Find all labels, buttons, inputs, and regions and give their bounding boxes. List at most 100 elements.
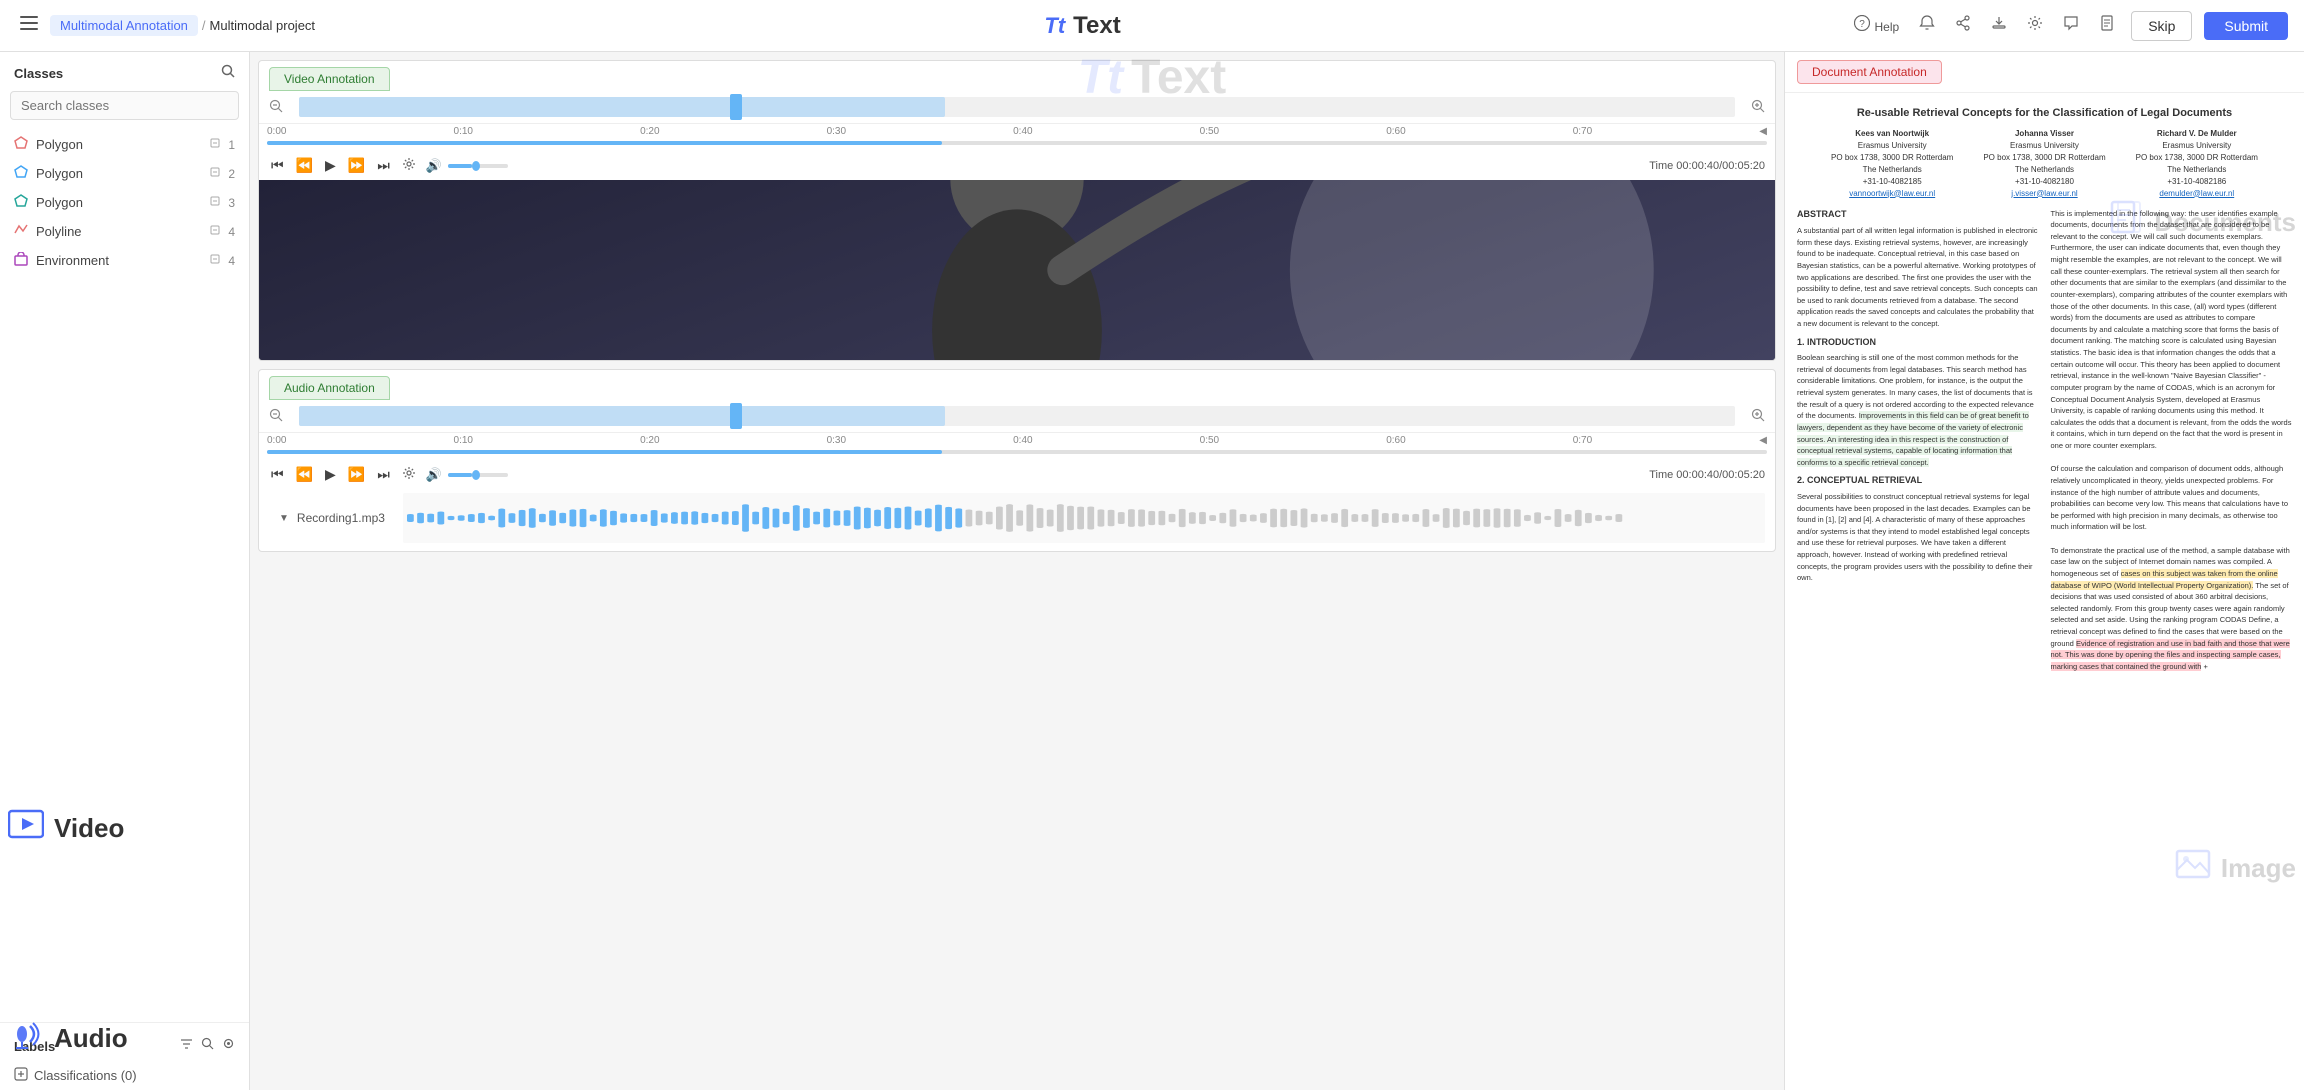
audio-timeline: 0:00 0:10 0:20 0:30 0:40 0:50 0:60 0:70 … xyxy=(259,433,1775,460)
video-annotation-tab[interactable]: Video Annotation xyxy=(269,67,390,91)
volume-slider[interactable] xyxy=(448,164,508,168)
audio-timeline-handle[interactable] xyxy=(730,403,742,429)
add-icon[interactable] xyxy=(14,1067,28,1084)
class-count-4: 4 xyxy=(228,225,235,239)
add-classification-row[interactable]: Classifications (0) xyxy=(0,1061,249,1090)
skip-forward-button[interactable]: ⏭ xyxy=(375,155,392,176)
skip-back-button[interactable]: ⏮ xyxy=(269,155,286,176)
author-1: Kees van Noortwijk Erasmus University PO… xyxy=(1831,128,1953,200)
zoom-in-icon[interactable] xyxy=(1751,99,1765,116)
class-name: Polygon xyxy=(36,137,210,152)
audio-progress-track[interactable] xyxy=(267,450,1767,454)
highlighted-text-yellow: cases on this subject was taken from the… xyxy=(2051,569,2278,590)
rewind-button[interactable]: ⏪ xyxy=(294,155,315,176)
video-settings-button[interactable] xyxy=(400,155,418,176)
class-count-2: 2 xyxy=(228,167,235,181)
labels-actions xyxy=(180,1037,235,1055)
list-item[interactable]: Polyline 4 xyxy=(0,217,249,246)
chevron-icon[interactable]: ▼ xyxy=(279,513,289,524)
doc-body: ABSTRACT A substantial part of all writt… xyxy=(1797,208,2292,673)
audio-skip-back-button[interactable]: ⏮ xyxy=(269,464,286,485)
settings-icon[interactable] xyxy=(2023,11,2047,40)
header-right: ? Help Skip Submit xyxy=(1850,11,2288,41)
doc-col-right: This is implemented in the following way… xyxy=(2051,208,2293,673)
doc-authors: Kees van Noortwijk Erasmus University PO… xyxy=(1797,128,2292,200)
environment-icon xyxy=(14,252,28,269)
classes-header: Classes xyxy=(0,52,249,91)
document-icon[interactable] xyxy=(2095,11,2119,40)
center-panel: Video Annotation xyxy=(250,52,1784,1090)
video-frame xyxy=(259,180,1775,360)
search-classes-input[interactable] xyxy=(10,91,239,120)
menu-icon[interactable] xyxy=(16,12,42,39)
waveform xyxy=(403,493,1765,543)
volume-row: 🔊 xyxy=(426,158,508,174)
hotkey-icon-2 xyxy=(210,167,220,180)
header: Multimodal Annotation / Multimodal proje… xyxy=(0,0,2304,52)
list-item[interactable]: Polygon 3 xyxy=(0,188,249,217)
page-title: Text xyxy=(1073,12,1121,40)
download-icon[interactable] xyxy=(1987,11,2011,40)
skip-button[interactable]: Skip xyxy=(2131,11,2192,41)
volume-handle[interactable] xyxy=(472,161,480,171)
class-name-5: Environment xyxy=(36,253,210,268)
labels-view-icon[interactable] xyxy=(222,1037,235,1055)
volume-icon[interactable]: 🔊 xyxy=(426,158,442,174)
chat-icon[interactable] xyxy=(2059,11,2083,40)
hotkey-icon-5 xyxy=(210,254,220,267)
doc-col-left: ABSTRACT A substantial part of all writt… xyxy=(1797,208,2039,673)
audio-forward-button[interactable]: ⏩ xyxy=(346,464,367,485)
labels-title: Labels xyxy=(14,1039,55,1054)
author-3: Richard V. De Mulder Erasmus University … xyxy=(2136,128,2258,200)
audio-play-button[interactable]: ▶ xyxy=(323,464,338,485)
class-list: Polygon 1 Polygon 2 xyxy=(0,130,249,1018)
classes-search-icon[interactable] xyxy=(221,64,235,83)
video-progress-track[interactable] xyxy=(267,141,1767,145)
doc-title: Re-usable Retrieval Concepts for the Cla… xyxy=(1797,105,2292,122)
video-zoom-row xyxy=(259,91,1775,124)
zoom-out-icon[interactable] xyxy=(269,99,283,116)
audio-volume-handle[interactable] xyxy=(472,470,480,480)
share-icon[interactable] xyxy=(1951,11,1975,40)
video-playback-controls: ⏮ ⏪ ▶ ⏩ ⏭ 🔊 Time 00:00: xyxy=(259,151,1775,180)
submit-button[interactable]: Submit xyxy=(2204,12,2288,40)
timeline-marks: 0:00 0:10 0:20 0:30 0:40 0:50 0:60 0:70 … xyxy=(267,126,1767,137)
labels-search-icon[interactable] xyxy=(201,1037,214,1055)
left-panel: Classes Polygon 1 xyxy=(0,52,250,1090)
list-item[interactable]: Polygon 1 xyxy=(0,130,249,159)
audio-playback-controls: ⏮ ⏪ ▶ ⏩ ⏭ 🔊 Time 00:00: xyxy=(259,460,1775,489)
audio-volume-row: 🔊 xyxy=(426,467,508,483)
list-item[interactable]: Polygon 2 xyxy=(0,159,249,188)
timeline-handle[interactable] xyxy=(730,94,742,120)
labels-sort-icon[interactable] xyxy=(180,1037,193,1055)
audio-skip-forward-button[interactable]: ⏭ xyxy=(375,464,392,485)
video-time-display: Time 00:00:40/00:05:20 xyxy=(1649,160,1765,172)
help-button[interactable]: ? Help xyxy=(1850,11,1903,40)
audio-progress-fill xyxy=(267,450,942,454)
forward-button[interactable]: ⏩ xyxy=(346,155,367,176)
header-center: Tt Text xyxy=(1044,12,1120,40)
class-name-4: Polyline xyxy=(36,224,210,239)
list-item[interactable]: Environment 4 xyxy=(0,246,249,275)
audio-volume-slider[interactable] xyxy=(448,473,508,477)
polyline-icon xyxy=(14,223,28,240)
classifications-label: Classifications (0) xyxy=(34,1068,137,1083)
breadcrumb-multimodal[interactable]: Multimodal Annotation xyxy=(50,15,198,36)
audio-timeline-marks: 0:00 0:10 0:20 0:30 0:40 0:50 0:60 0:70 … xyxy=(267,435,1767,446)
play-button[interactable]: ▶ xyxy=(323,155,338,176)
document-annotation-tab[interactable]: Document Annotation xyxy=(1797,60,1942,84)
audio-zoom-in-icon[interactable] xyxy=(1751,408,1765,425)
hotkey-icon-4 xyxy=(210,225,220,238)
class-count-3: 3 xyxy=(228,196,235,210)
audio-rewind-button[interactable]: ⏪ xyxy=(294,464,315,485)
video-progress-fill xyxy=(267,141,942,145)
notification-icon[interactable] xyxy=(1915,11,1939,40)
audio-zoom-out-icon[interactable] xyxy=(269,408,283,425)
audio-volume-icon[interactable]: 🔊 xyxy=(426,467,442,483)
svg-text:?: ? xyxy=(1859,19,1865,30)
section1-title: 1. INTRODUCTION xyxy=(1797,336,2039,350)
doc-content: Re-usable Retrieval Concepts for the Cla… xyxy=(1785,93,2304,685)
video-section: Video Annotation xyxy=(258,60,1776,361)
audio-settings-button[interactable] xyxy=(400,464,418,485)
audio-annotation-tab[interactable]: Audio Annotation xyxy=(269,376,390,400)
